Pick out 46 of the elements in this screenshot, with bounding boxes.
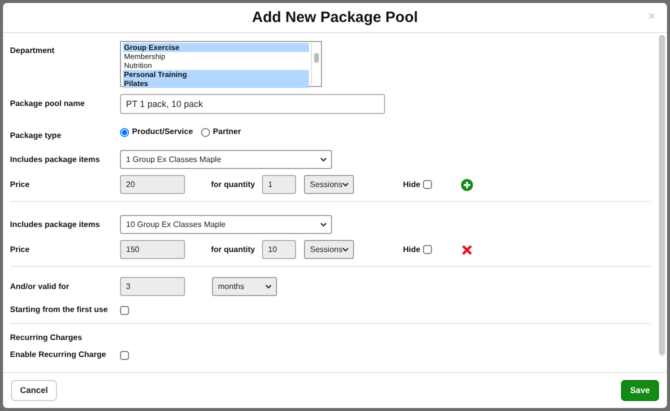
caret-icon <box>320 222 327 227</box>
unit-dropdown[interactable]: Sessions <box>304 175 354 194</box>
scrollbar[interactable] <box>659 35 665 357</box>
section-heading: Recurring Charges <box>10 333 82 343</box>
field-label: And/or valid for <box>10 282 70 292</box>
field-label: Package pool name <box>10 99 86 109</box>
field-label: for quantity <box>211 244 255 254</box>
price-field[interactable]: 20 <box>120 175 185 194</box>
field-label: for quantity <box>211 180 255 190</box>
quantity-field[interactable]: 10 <box>262 240 296 259</box>
radio-button[interactable] <box>120 128 129 136</box>
caret-icon <box>342 247 350 252</box>
checkbox[interactable] <box>120 306 129 314</box>
field-label: Department <box>10 46 56 56</box>
checkbox[interactable] <box>423 245 432 254</box>
field-label: Enable Recurring Charge <box>10 350 108 360</box>
scrollbar[interactable] <box>311 43 320 85</box>
unit-dropdown[interactable]: Sessions <box>304 240 354 259</box>
field-label: Hide <box>403 244 420 254</box>
dropdown[interactable]: 10 Group Ex Classes Maple <box>120 215 332 234</box>
add-icon[interactable] <box>461 178 474 190</box>
checkbox[interactable] <box>120 350 129 360</box>
remove-icon[interactable] <box>461 244 474 256</box>
save-button[interactable]: Save <box>621 380 659 401</box>
radio-button[interactable] <box>200 128 210 136</box>
caret-icon <box>265 284 272 289</box>
field-label: Starting from the first use <box>10 305 109 315</box>
field-label: Price <box>10 244 31 254</box>
radio-label: Partner <box>212 126 241 138</box>
quantity-field[interactable]: 1 <box>262 175 296 194</box>
field-label: Hide <box>403 180 420 190</box>
validity-field[interactable]: 3 <box>120 277 185 296</box>
caret-icon <box>342 182 350 187</box>
caret-icon <box>320 157 327 162</box>
field-label: Includes package items <box>10 220 101 230</box>
radio-label: Product/Service <box>132 126 193 138</box>
unit-dropdown[interactable]: months <box>212 277 277 296</box>
text-input[interactable]: PT 1 pack, 10 pack <box>120 94 385 114</box>
field-label: Price <box>10 180 31 190</box>
dialog-title: Add New Package Pool <box>252 8 418 26</box>
dropdown[interactable]: 1 Group Ex Classes Maple <box>120 150 332 169</box>
price-field[interactable]: 150 <box>120 240 185 259</box>
field-label: Package type <box>10 131 62 141</box>
field-label: Includes package items <box>10 154 101 164</box>
checkbox[interactable] <box>423 180 432 189</box>
cancel-button[interactable]: Cancel <box>11 380 57 401</box>
